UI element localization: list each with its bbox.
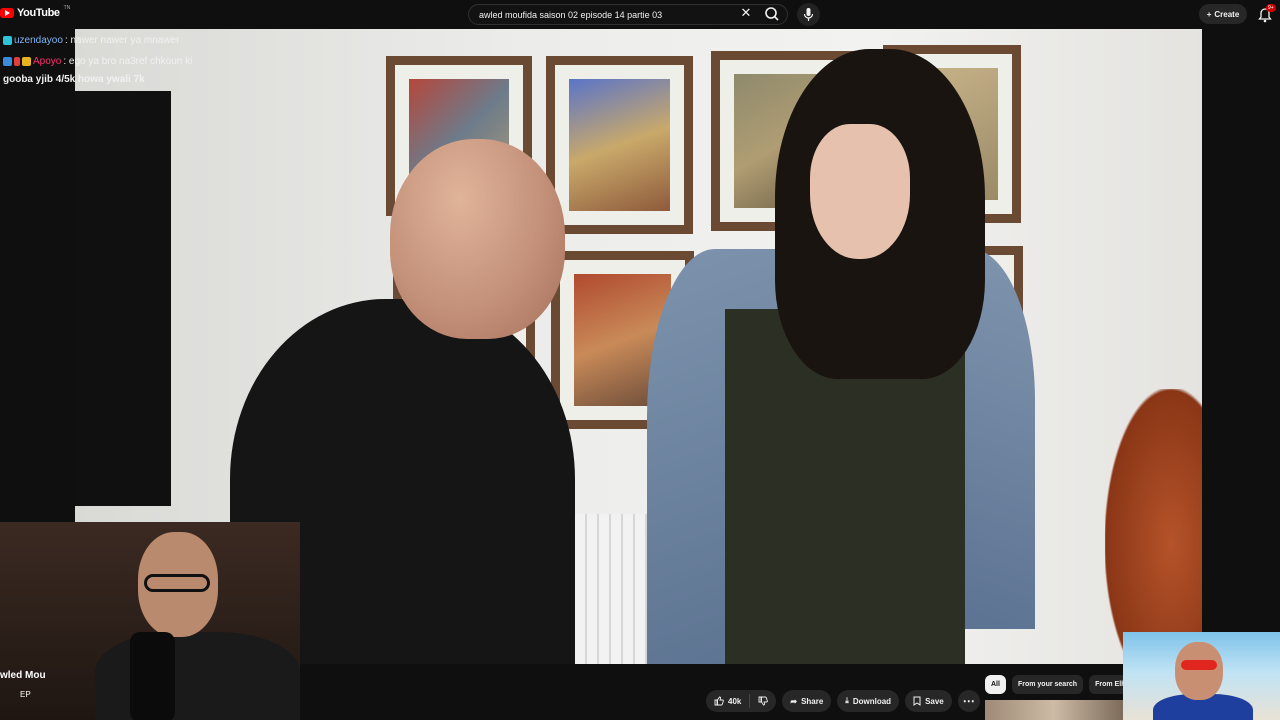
share-button[interactable]: ➦ Share: [782, 690, 832, 712]
create-button[interactable]: + Create: [1199, 4, 1247, 24]
logo-country-code: TN: [63, 5, 71, 11]
webcam-glasses: [144, 574, 210, 592]
pip-person-head: [1175, 642, 1223, 700]
save-label: Save: [925, 696, 944, 706]
picture-in-picture-webcam: [1123, 632, 1280, 720]
chat-badge-icon: [14, 57, 20, 66]
microphone-icon[interactable]: [797, 3, 820, 26]
chat-badge-icon: [3, 57, 12, 66]
webcam-microphone: [130, 632, 175, 720]
top-bar: YouTube TN awled moufida saison 02 episo…: [0, 0, 1280, 29]
like-dislike-group: 40k: [706, 690, 777, 712]
episode-label-overlay: EP: [20, 690, 31, 699]
scene-cello: [1105, 389, 1202, 664]
search-icon[interactable]: [762, 5, 782, 23]
scene-painting: [546, 56, 693, 234]
dislike-button[interactable]: [750, 690, 776, 712]
thumbs-down-icon: [758, 696, 769, 706]
share-label: Share: [801, 696, 824, 706]
video-title-overlay: wled Mou: [0, 670, 46, 681]
chat-message: gooba yjib 4/5k howa ywali 7k: [3, 72, 303, 88]
search-input[interactable]: awled moufida saison 02 episode 14 parti…: [479, 10, 662, 20]
recommended-video-thumbnail[interactable]: [985, 700, 1123, 720]
plus-icon: +: [1206, 9, 1212, 19]
recommendation-chips: All From your search From Elh: [985, 675, 1132, 694]
youtube-play-icon: [0, 8, 14, 18]
chat-text: : ego ya bro na3ref chkoun ki: [63, 56, 193, 67]
chat-message: uzendayoo : nawer nawer ya mnawer: [3, 30, 303, 51]
scene-woman-face: [810, 124, 910, 259]
clear-search-icon[interactable]: ✕: [738, 5, 754, 21]
chat-username: Apoyo: [33, 56, 62, 67]
chat-text: gooba yjib 4/5k howa ywali 7k: [3, 74, 145, 85]
video-actions: 40k ➦ Share ⤓ Download Save ⋯: [706, 690, 980, 712]
pip-sunglasses: [1181, 660, 1217, 670]
scene-man-head: [390, 139, 565, 339]
scene-tv: [75, 91, 171, 506]
download-icon: ⤓: [845, 696, 849, 705]
download-label: Download: [852, 696, 892, 706]
thumbs-up-icon: [714, 696, 724, 706]
chip-from-your-search[interactable]: From your search: [1011, 675, 1084, 694]
logo-text: YouTube: [17, 7, 60, 19]
chat-text: : nawer nawer ya mnawer: [64, 35, 180, 46]
share-icon: ➦: [790, 696, 798, 706]
chat-badge-icon: [3, 36, 12, 45]
create-label: Create: [1214, 9, 1240, 19]
notification-count-badge: 9+: [1266, 4, 1276, 12]
bookmark-icon: [913, 696, 921, 706]
streamer-webcam: [0, 522, 300, 720]
more-actions-icon[interactable]: ⋯: [957, 690, 980, 712]
save-button[interactable]: Save: [905, 690, 952, 712]
like-button[interactable]: 40k: [706, 690, 749, 712]
webcam-person-body: [95, 632, 300, 720]
chat-message: Apoyo : ego ya bro na3ref chkoun ki: [3, 51, 303, 72]
like-count: 40k: [728, 696, 742, 706]
stream-chat-overlay: uzendayoo : nawer nawer ya mnawer Apoyo …: [3, 30, 303, 88]
download-button[interactable]: ⤓ Download: [837, 690, 900, 712]
chat-badge-icon: [22, 57, 31, 66]
chat-username: uzendayoo: [14, 35, 63, 46]
chip-all[interactable]: All: [985, 675, 1006, 694]
youtube-logo[interactable]: YouTube TN: [0, 5, 71, 19]
